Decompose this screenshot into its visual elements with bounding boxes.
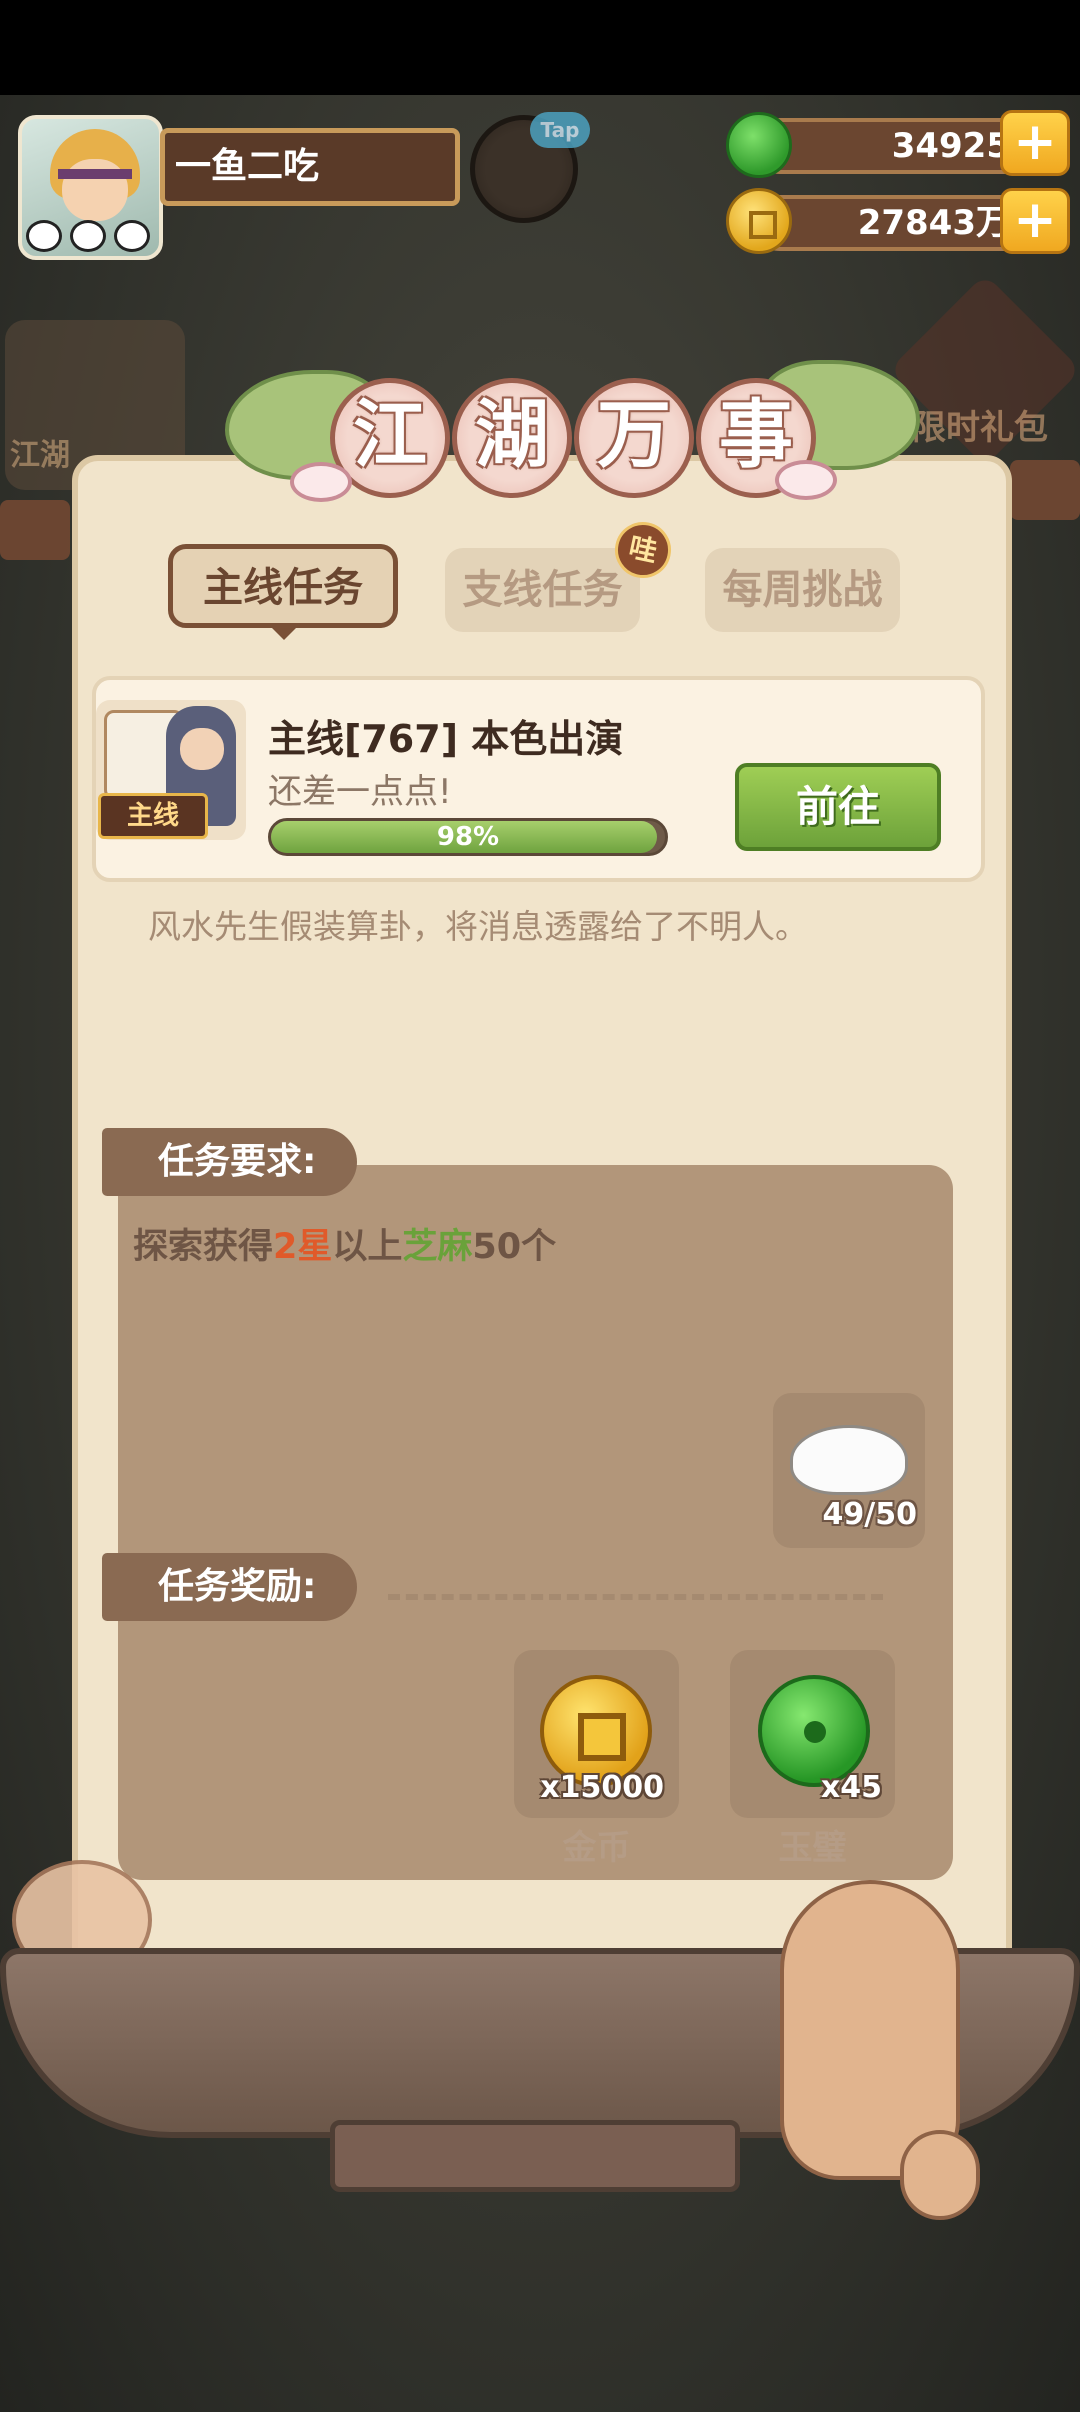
reward-coin-qty: x15000	[540, 1770, 664, 1805]
requirement-item: 芝麻	[402, 1227, 473, 1267]
reward-label: 任务奖励:	[102, 1553, 357, 1621]
player-name[interactable]: 一鱼二吃	[160, 128, 460, 206]
tap-badge: Tap	[530, 112, 590, 148]
tab-side-quests[interactable]: 支线任务	[445, 548, 640, 632]
title-char-3: 万	[574, 378, 694, 498]
left-event-label: 江湖	[10, 438, 70, 473]
status-bar	[0, 0, 1080, 95]
requirement-text: 探索获得2星以上芝麻50个	[133, 1218, 556, 1269]
reward-jade-name: 玉璧	[778, 1828, 847, 1868]
jade-icon	[726, 112, 792, 178]
quest-subtitle: 还差一点点!	[268, 772, 452, 812]
fishcake-icon	[290, 462, 352, 502]
add-jade-button[interactable]: +	[1000, 110, 1070, 176]
tab-weekly-challenge[interactable]: 每周挑战	[705, 548, 900, 632]
requirement-label: 任务要求:	[102, 1128, 357, 1196]
go-button[interactable]: 前往	[735, 763, 941, 851]
tab-main-quests[interactable]: 主线任务	[168, 544, 398, 628]
cat-tail	[900, 2130, 980, 2220]
add-coins-button[interactable]: +	[1000, 188, 1070, 254]
tab-pointer	[270, 626, 298, 640]
coin-icon	[726, 188, 792, 254]
requirement-star: 2星	[273, 1227, 333, 1267]
requirement-middle: 以上	[332, 1227, 403, 1267]
quest-description: 风水先生假装算卦，将消息透露给了不明人。	[148, 907, 808, 946]
item-count: 49/50	[822, 1497, 917, 1532]
scroll-rod-right	[1010, 460, 1080, 520]
player-avatar[interactable]	[18, 115, 163, 260]
requirement-suffix: 50个	[472, 1227, 557, 1267]
fishcake-icon	[775, 460, 837, 500]
jade-balance: 34925	[752, 118, 1032, 174]
title-char-2: 湖	[452, 378, 572, 498]
coin-balance: 27843万	[752, 195, 1032, 251]
divider	[388, 1594, 883, 1600]
quest-title: 主线[767] 本色出演	[268, 717, 624, 761]
reward-jade-qty: x45	[820, 1770, 882, 1805]
scroll-rod-left	[0, 500, 70, 560]
reward-coin-name: 金币	[562, 1828, 631, 1868]
limited-gift-label: 限时礼包	[912, 408, 1048, 448]
bowl-stand	[330, 2120, 740, 2192]
main-quest-tag: 主线	[98, 793, 208, 839]
progress-text: 98%	[436, 822, 500, 852]
requirement-prefix: 探索获得	[133, 1227, 274, 1267]
rice-icon	[790, 1425, 908, 1495]
